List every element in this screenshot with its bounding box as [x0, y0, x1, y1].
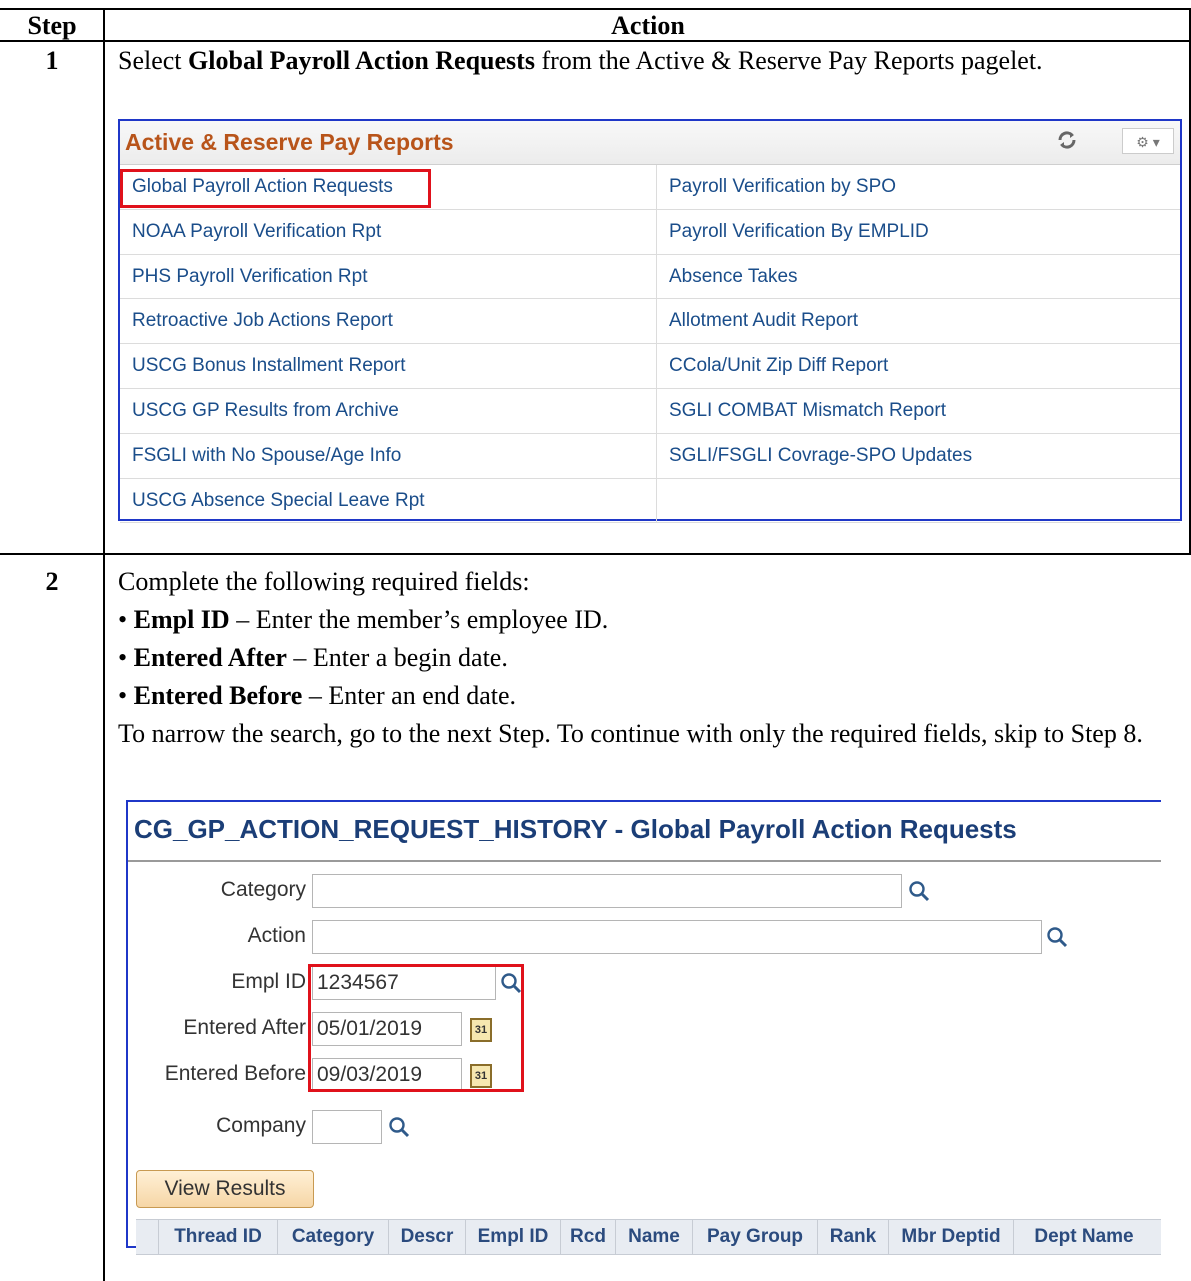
report-link[interactable]: PHS Payroll Verification Rpt — [120, 254, 657, 300]
link-row: PHS Payroll Verification Rpt Absence Take… — [120, 254, 1180, 300]
grid-col-name[interactable]: Name — [615, 1220, 692, 1254]
bullet-text: – Enter an end date. — [302, 681, 517, 710]
pay-reports-pagelet: Active & Reserve Pay Reports ⚙ ▾ Global … — [118, 119, 1182, 524]
link-row: Retroactive Job Actions Report Allotment … — [120, 299, 1180, 345]
step-1-text-bold: Global Payroll Action Requests — [188, 46, 535, 75]
page-title: CG_GP_ACTION_REQUEST_HISTORY - Global Pa… — [134, 814, 1017, 844]
link-row: NOAA Payroll Verification Rpt Payroll Ver… — [120, 209, 1180, 255]
step-2-bullet: • Entered After – Enter a begin date. — [118, 643, 508, 672]
results-grid-header: Thread ID Category Descr Empl ID Rcd Nam… — [136, 1219, 1161, 1255]
grid-col-rank[interactable]: Rank — [817, 1220, 888, 1254]
highlight-required-fields — [308, 964, 524, 1092]
grid-col-empl-id[interactable]: Empl ID — [465, 1220, 560, 1254]
link-row: USCG Bonus Installment Report CCola/Unit … — [120, 344, 1180, 389]
step-1-number: 1 — [45, 46, 59, 75]
step-2-intro: Complete the following required fields: — [118, 567, 530, 596]
report-link[interactable]: Absence Takes — [657, 255, 1180, 300]
link-row: USCG Absence Special Leave Rpt — [120, 478, 1180, 524]
report-links-grid: Global Payroll Action Requests Payroll Ve… — [120, 165, 1180, 524]
search-icon[interactable] — [1046, 926, 1068, 948]
category-input[interactable] — [312, 874, 902, 908]
entered-before-label: Entered Before — [164, 1062, 306, 1085]
action-input[interactable] — [312, 920, 1042, 954]
bullet-text: – Enter a begin date. — [286, 643, 508, 672]
report-link-empty — [657, 479, 1180, 524]
step-1-text-post: from the Active & Reserve Pay Reports pa… — [534, 46, 1043, 75]
grid-col-mbr-deptid[interactable]: Mbr Deptid — [888, 1220, 1013, 1254]
step-2-bullet: • Empl ID – Enter the member’s employee … — [118, 605, 609, 634]
refresh-icon[interactable] — [1056, 129, 1078, 156]
link-row: FSGLI with No Spouse/Age Info SGLI/FSGLI … — [120, 433, 1180, 479]
view-results-button[interactable]: View Results — [136, 1170, 314, 1208]
search-icon[interactable] — [388, 1116, 410, 1138]
step-1-instruction: Select Global Payroll Action Requests fr… — [118, 44, 1171, 78]
step-2-note: To narrow the search, go to the next Ste… — [118, 719, 1143, 748]
search-icon[interactable] — [908, 880, 930, 902]
grid-col-category[interactable]: Category — [277, 1220, 388, 1254]
step-2-bullet: • Entered Before – Enter an end date. — [118, 681, 517, 710]
grid-col-dept-name[interactable]: Dept Name — [1013, 1220, 1154, 1254]
row1-bottom-border — [0, 553, 1191, 555]
header-step: Step — [27, 11, 77, 40]
report-link[interactable]: USCG Bonus Installment Report — [120, 344, 657, 389]
emplid-label: Empl ID — [231, 970, 306, 993]
action-label: Action — [247, 924, 306, 947]
title-divider — [128, 860, 1161, 862]
report-link[interactable]: Allotment Audit Report — [657, 299, 1180, 344]
report-link[interactable]: Payroll Verification By EMPLID — [657, 210, 1180, 255]
bullet-bold: Entered Before — [133, 681, 303, 710]
bullet-bold: Empl ID — [133, 605, 230, 634]
pagelet-header: Active & Reserve Pay Reports ⚙ ▾ — [120, 121, 1180, 165]
report-link[interactable]: Retroactive Job Actions Report — [120, 299, 657, 345]
category-label: Category — [220, 878, 306, 901]
step-2-number: 2 — [45, 567, 59, 596]
grid-col-descr[interactable]: Descr — [388, 1220, 465, 1254]
pagelet-title: Active & Reserve Pay Reports — [125, 129, 454, 155]
report-link[interactable]: USCG GP Results from Archive — [120, 388, 657, 434]
entered-after-label: Entered After — [183, 1016, 306, 1039]
report-link[interactable]: USCG Absence Special Leave Rpt — [120, 478, 657, 524]
link-row: USCG GP Results from Archive SGLI COMBAT … — [120, 388, 1180, 434]
report-link[interactable]: CCola/Unit Zip Diff Report — [657, 344, 1180, 389]
grid-col-pay-group[interactable]: Pay Group — [692, 1220, 817, 1254]
step-1-text-pre: Select — [118, 46, 189, 75]
gear-icon[interactable]: ⚙ ▾ — [1122, 128, 1174, 154]
grid-col-thread-id[interactable]: Thread ID — [158, 1220, 277, 1254]
bullet-bold: Entered After — [133, 643, 287, 672]
report-link[interactable]: Payroll Verification by SPO — [657, 165, 1180, 210]
company-label: Company — [216, 1114, 306, 1137]
report-link[interactable]: FSGLI with No Spouse/Age Info — [120, 433, 657, 479]
column-divider — [103, 8, 105, 1281]
header-action: Action — [611, 11, 685, 40]
company-input[interactable] — [312, 1110, 382, 1144]
bullet-text: – Enter the member’s employee ID. — [229, 605, 609, 634]
action-request-search-page: CG_GP_ACTION_REQUEST_HISTORY - Global Pa… — [126, 800, 1161, 1255]
report-link[interactable]: NOAA Payroll Verification Rpt — [120, 209, 657, 255]
report-link[interactable]: SGLI/FSGLI Covrage-SPO Updates — [657, 434, 1180, 479]
report-link[interactable]: SGLI COMBAT Mismatch Report — [657, 389, 1180, 434]
highlight-global-payroll-link — [120, 169, 431, 208]
grid-col-rcd[interactable]: Rcd — [560, 1220, 615, 1254]
